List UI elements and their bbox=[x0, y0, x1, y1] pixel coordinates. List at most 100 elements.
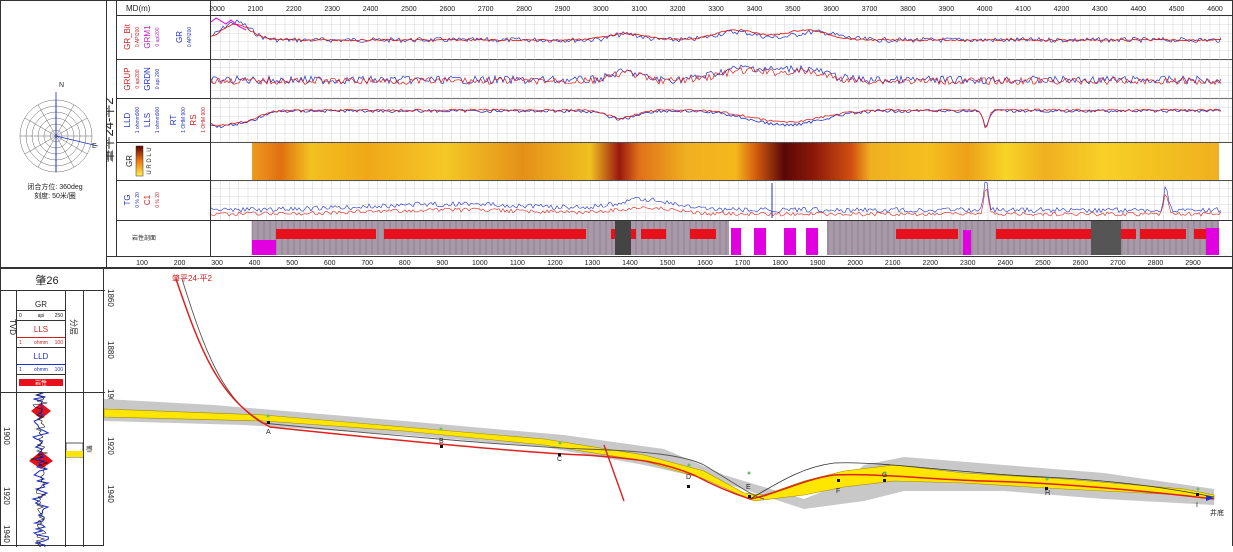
bottom-tick-label: 2100 bbox=[885, 260, 901, 267]
ref-well-curves bbox=[29, 392, 53, 548]
grup-label: GRUP bbox=[123, 67, 132, 90]
ref-lith-tag: 岩性 bbox=[35, 379, 47, 387]
section-well-label: 肇平24-平2 bbox=[172, 273, 213, 283]
md-tick-label: 4600 bbox=[1207, 6, 1223, 13]
point-b-label: B bbox=[439, 438, 444, 445]
md-tick-labels: 2000 2100 2200 2300 2400 2500 2600 2700 2800 2900… bbox=[209, 6, 1223, 13]
bottom-tick-label: 200 bbox=[174, 260, 186, 267]
md-tick-label: 4100 bbox=[1015, 6, 1031, 13]
ref-zone-label: 葡I bbox=[85, 445, 93, 453]
reference-well-panel: 肇26 TVD GR 0 api 250 LLS 1 ohmm 100 LLD … bbox=[0, 268, 105, 548]
ref-lld-label: LLD bbox=[34, 352, 49, 361]
cross-section-panel: 1860 1880 1900 1920 1940 肇平24-平2 A B C D… bbox=[103, 268, 1233, 546]
compass-rings bbox=[19, 92, 99, 173]
point-f-label: F bbox=[836, 488, 840, 495]
lls-scale: 1 ohmm900 bbox=[155, 107, 161, 134]
lithology-label: 岩性剖面 bbox=[132, 234, 156, 242]
compass-caption-azimuth: 闭合方位: 360deg bbox=[27, 182, 82, 191]
c1-scale: 0 % 20 bbox=[155, 192, 161, 208]
bottom-tick-label: 1700 bbox=[735, 260, 751, 267]
bottom-tick-label: 400 bbox=[249, 260, 261, 267]
gr-color-scale bbox=[135, 145, 144, 177]
ref-gr-scale-unit: api bbox=[38, 313, 45, 319]
bottom-tick-label: 1600 bbox=[697, 260, 713, 267]
ref-layer-label: 分层 bbox=[69, 319, 78, 335]
bottom-tick-label: 800 bbox=[399, 260, 411, 267]
track2-header: GRUP 0 api200 GRDN 0 api 200 bbox=[123, 67, 161, 91]
compass-panel: N E 闭合方位: 360deg 刻度: 50米/圈 bbox=[0, 0, 107, 268]
bottom-tick-label: 1200 bbox=[547, 260, 563, 267]
md-tick-label: 2800 bbox=[516, 6, 532, 13]
sec-depth-1860: 1860 bbox=[106, 289, 115, 307]
bottom-tick-label: 2200 bbox=[922, 260, 938, 267]
sec-depth-1880: 1880 bbox=[106, 341, 115, 359]
rt-label: RT bbox=[169, 115, 178, 126]
well-bottom-label: 井底 bbox=[1210, 508, 1224, 517]
grdn-label: GRDN bbox=[143, 67, 152, 91]
bottom-tick-label: 100 bbox=[136, 260, 148, 267]
bottom-tick-label: 2300 bbox=[960, 260, 976, 267]
track5-header: TG 0 % 20 C1 0 % 20 bbox=[123, 192, 161, 208]
ref-lls-scale-unit: ohmm bbox=[34, 340, 48, 346]
tg-scale: 0 % 20 bbox=[135, 192, 141, 208]
md-tick-label: 4300 bbox=[1092, 6, 1108, 13]
rt-scale: 1 OHM 900 bbox=[181, 107, 187, 133]
track1-header: GR_Bit 0 API200 GRM1 0 api200 GR 0 API20… bbox=[123, 23, 193, 50]
bottom-tick-label: 2600 bbox=[1073, 260, 1089, 267]
tg-label: TG bbox=[123, 194, 132, 205]
md-tick-label: 4200 bbox=[1054, 6, 1070, 13]
log-curves bbox=[211, 17, 1222, 218]
sec-depth-1920: 1920 bbox=[106, 437, 115, 455]
ref-lld-scale-max: 100 bbox=[55, 367, 64, 373]
bottom-tick-label: 700 bbox=[361, 260, 373, 267]
log-panel: 肇平24-平2 MD(m) 2000 2100 2200 2300 2400 2500 26… bbox=[101, 0, 1233, 268]
bottom-tick-labels: 100 200 300 400 500 600 700 800 900 1000 1100 1200 1… bbox=[136, 260, 1201, 267]
gr-image-track bbox=[252, 143, 1219, 180]
point-h-label: H bbox=[1045, 490, 1050, 497]
point-d-label: D bbox=[686, 474, 691, 481]
grup-scale: 0 api200 bbox=[135, 69, 141, 88]
md-tick-label: 2600 bbox=[440, 6, 456, 13]
compass-north-label: N bbox=[59, 82, 64, 89]
ref-depth-1900: 1900 bbox=[2, 427, 11, 445]
md-tick-label: 2700 bbox=[478, 6, 494, 13]
md-tick-label: 2200 bbox=[286, 6, 302, 13]
point-a-label: A bbox=[266, 429, 271, 436]
md-tick-label: 3500 bbox=[785, 6, 801, 13]
compass-east-label: E bbox=[92, 143, 97, 150]
md-tick-label: 3700 bbox=[862, 6, 878, 13]
bottom-tick-label: 900 bbox=[436, 260, 448, 267]
cross-section: 1860 1880 1900 1920 1940 肇平24-平2 A B C D… bbox=[103, 273, 1224, 517]
md-tick-label: 2400 bbox=[363, 6, 379, 13]
ref-gr-scale-max: 250 bbox=[55, 313, 64, 319]
lls-label: LLS bbox=[143, 113, 152, 127]
point-i-label: I bbox=[1196, 502, 1198, 509]
md-tick-label: 3200 bbox=[670, 6, 686, 13]
grdn-scale: 0 api 200 bbox=[155, 68, 161, 89]
bottom-tick-label: 1800 bbox=[772, 260, 788, 267]
polar-compass: N E 闭合方位: 360deg 刻度: 50米/圈 bbox=[19, 82, 99, 200]
bottom-tick-label: 2500 bbox=[1035, 260, 1051, 267]
gr-image-orient: U R D L U bbox=[147, 147, 153, 174]
md-tick-label: 3300 bbox=[708, 6, 724, 13]
ref-well-name: 肇26 bbox=[35, 273, 58, 287]
gr-scale: 0 API200 bbox=[187, 27, 193, 48]
md-tick-label: 3600 bbox=[823, 6, 839, 13]
ref-depth-1920: 1920 bbox=[2, 487, 11, 505]
well-name-vertical: 肇平24-平2 bbox=[106, 97, 116, 162]
reference-well-logs: 肇26 TVD GR 0 api 250 LLS 1 ohmm 100 LLD … bbox=[1, 273, 105, 548]
section-depth-labels: 1860 1880 1900 1920 1940 bbox=[106, 289, 115, 503]
bottom-tick-label: 600 bbox=[324, 260, 336, 267]
md-tick-label: 2100 bbox=[248, 6, 264, 13]
md-tick-label: 4000 bbox=[977, 6, 993, 13]
ref-gr-scale-min: 0 bbox=[19, 313, 22, 319]
ref-lls-scale-max: 100 bbox=[55, 340, 64, 346]
ref-lls-scale-min: 1 bbox=[19, 340, 22, 346]
bottom-tick-label: 300 bbox=[211, 260, 223, 267]
md-tick-label: 2000 bbox=[209, 6, 225, 13]
lithology-strip bbox=[251, 221, 1219, 255]
ref-gr-label: GR bbox=[35, 300, 47, 309]
bottom-tick-label: 1900 bbox=[810, 260, 826, 267]
bottom-tick-label: 2000 bbox=[847, 260, 863, 267]
track4-header: GR U R D L U bbox=[125, 145, 153, 177]
